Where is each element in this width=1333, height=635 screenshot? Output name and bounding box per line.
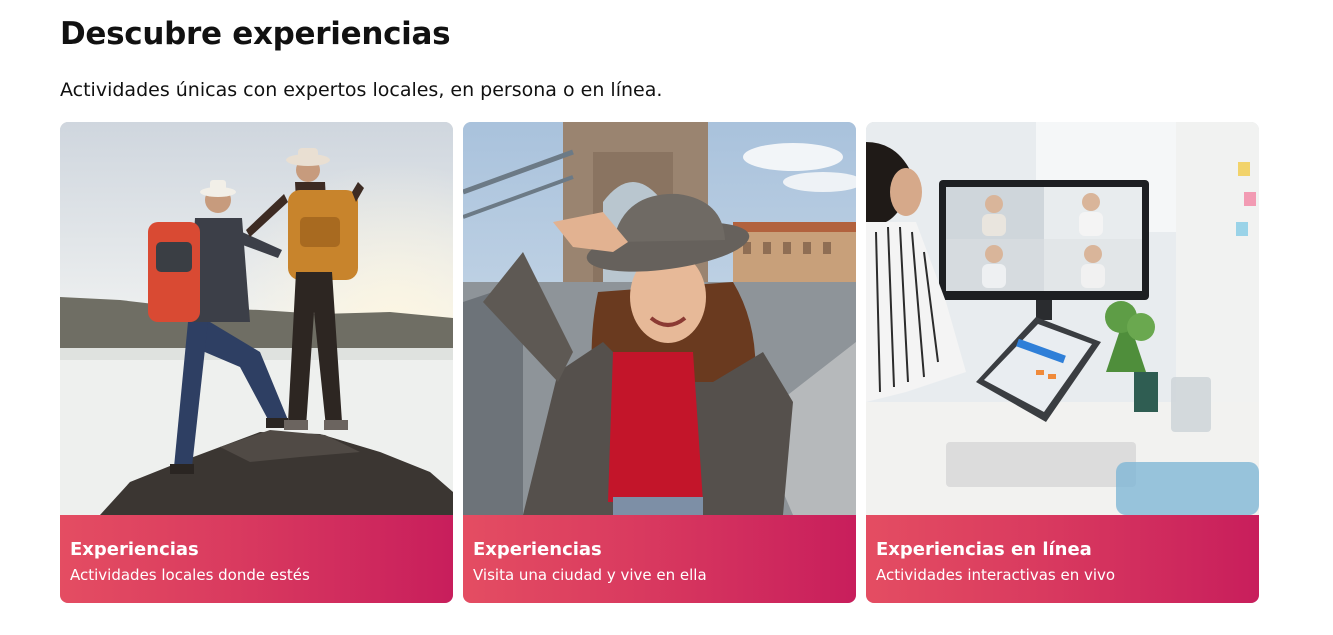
experience-card-online[interactable]: Experiencias en línea Actividades intera…	[866, 122, 1259, 603]
section-subtitle: Actividades únicas con expertos locales,…	[60, 79, 663, 101]
card-description: Actividades locales donde estés	[70, 566, 310, 584]
card-title: Experiencias	[473, 539, 602, 560]
card-description: Actividades interactivas en vivo	[876, 566, 1116, 584]
woman-in-hat-on-bridge-photo	[463, 122, 856, 515]
experience-card-local[interactable]: Experiencias Actividades locales donde e…	[60, 122, 453, 603]
card-description: Visita una ciudad y vive en ella	[473, 566, 707, 584]
card-footer: Experiencias Actividades locales donde e…	[60, 515, 453, 603]
experience-card-city[interactable]: Experiencias Visita una ciudad y vive en…	[463, 122, 856, 603]
experience-cards: Experiencias Actividades locales donde e…	[60, 122, 1260, 603]
card-footer: Experiencias en línea Actividades intera…	[866, 515, 1259, 603]
section-title: Descubre experiencias	[60, 16, 451, 52]
card-title: Experiencias en línea	[876, 539, 1092, 560]
video-call-office-photo	[866, 122, 1259, 515]
card-footer: Experiencias Visita una ciudad y vive en…	[463, 515, 856, 603]
card-title: Experiencias	[70, 539, 199, 560]
hikers-on-rock-photo	[60, 122, 453, 515]
